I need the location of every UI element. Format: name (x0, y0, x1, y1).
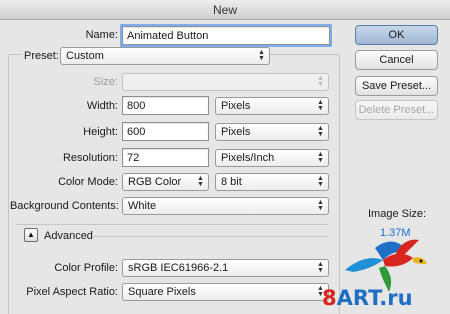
color-mode-value: RGB Color (128, 176, 182, 188)
width-field[interactable]: 800 (122, 96, 209, 115)
height-label: Height: (83, 126, 118, 138)
select-arrows-icon: ▲ ▼ (317, 261, 324, 274)
width-unit-value: Pixels (221, 100, 251, 112)
pixel-aspect-ratio-value: Square Pixels (128, 286, 196, 298)
background-contents-select[interactable]: White ▲ ▼ (122, 197, 329, 215)
parrot-logo-icon (345, 239, 427, 292)
dialog-content: Name: Animated Button Preset: Custom ▲ ▼ … (0, 20, 450, 314)
bit-depth-select[interactable]: 8 bit ▲ ▼ (215, 173, 329, 191)
background-contents-label: Background Contents: (10, 200, 119, 212)
name-label: Name: (85, 29, 118, 41)
select-arrows-icon: ▲ ▼ (317, 75, 324, 88)
advanced-label: Advanced (44, 230, 93, 242)
advanced-disclosure-icon[interactable]: ▲ (24, 228, 38, 242)
resolution-unit-select[interactable]: Pixels/Inch ▲ ▼ (215, 149, 329, 167)
color-profile-select[interactable]: sRGB IEC61966-2.1 ▲ ▼ (122, 259, 329, 277)
width-label: Width: (86, 100, 118, 112)
select-arrows-icon: ▲ ▼ (197, 175, 204, 188)
select-arrows-icon: ▲ ▼ (317, 175, 324, 188)
watermark-text: 8ART.ru (322, 286, 413, 310)
resolution-label: Resolution: (62, 152, 118, 164)
height-unit-select[interactable]: Pixels ▲ ▼ (215, 123, 329, 141)
cancel-button[interactable]: Cancel (355, 50, 438, 70)
name-field[interactable]: Animated Button (120, 24, 332, 47)
select-arrows-icon: ▲ ▼ (258, 49, 265, 62)
divider (16, 224, 328, 225)
image-size-label: Image Size: (368, 208, 427, 220)
preset-select-value: Custom (66, 50, 104, 62)
bit-depth-value: 8 bit (221, 176, 242, 188)
divider (92, 236, 328, 237)
height-unit-value: Pixels (221, 126, 251, 138)
size-select[interactable]: ▲ ▼ (122, 73, 329, 91)
select-arrows-icon: ▲ ▼ (317, 99, 324, 112)
width-unit-select[interactable]: Pixels ▲ ▼ (215, 97, 329, 115)
color-profile-value: sRGB IEC61966-2.1 (128, 262, 229, 274)
preset-label: Preset: (22, 50, 61, 62)
color-profile-label: Color Profile: (54, 262, 118, 274)
color-mode-select[interactable]: RGB Color ▲ ▼ (122, 173, 209, 191)
select-arrows-icon: ▲ ▼ (317, 151, 324, 164)
select-arrows-icon: ▲ ▼ (317, 125, 324, 138)
preset-select[interactable]: Custom ▲ ▼ (60, 47, 270, 65)
resolution-field[interactable]: 72 (122, 148, 209, 167)
height-field[interactable]: 600 (122, 122, 209, 141)
window-title: New (0, 0, 450, 20)
resolution-unit-value: Pixels/Inch (221, 152, 275, 164)
save-preset-button[interactable]: Save Preset... (355, 76, 438, 96)
delete-preset-button[interactable]: Delete Preset... (355, 100, 438, 120)
background-contents-value: White (128, 200, 157, 212)
size-label: Size: (93, 76, 118, 88)
ok-button[interactable]: OK (355, 25, 438, 45)
pixel-aspect-ratio-select[interactable]: Square Pixels ▲ ▼ (122, 283, 329, 301)
color-mode-label: Color Mode: (58, 176, 118, 188)
select-arrows-icon: ▲ ▼ (317, 199, 324, 212)
pixel-aspect-ratio-label: Pixel Aspect Ratio: (26, 286, 118, 298)
